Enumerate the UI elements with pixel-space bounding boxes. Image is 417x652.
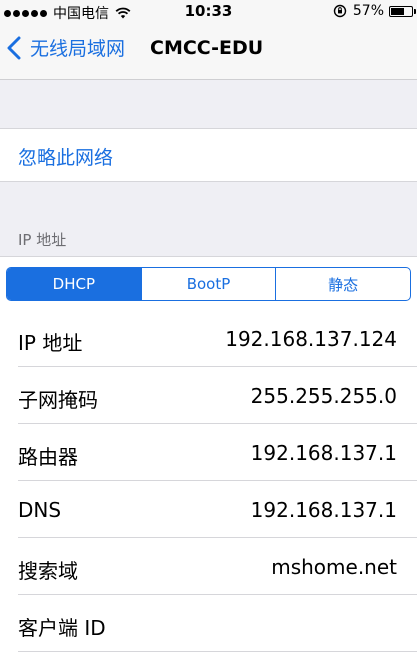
row-label: DNS <box>18 498 62 522</box>
ip-mode-container: DHCP BootP 静态 <box>0 256 417 310</box>
row-label: 子网掩码 <box>18 388 98 412</box>
row-label: IP 地址 <box>18 331 83 355</box>
chevron-left-icon <box>7 36 21 59</box>
ip-details-list: IP 地址 192.168.137.124 子网掩码 255.255.255.0… <box>0 310 417 652</box>
row-value: 255.255.255.0 <box>250 384 397 408</box>
row-value: 192.168.137.124 <box>225 327 397 351</box>
segment-bootp[interactable]: BootP <box>140 268 276 300</box>
forget-network-cell[interactable]: 忽略此网络 <box>0 128 417 182</box>
list-item-ip-address: IP 地址 192.168.137.124 <box>0 310 417 367</box>
segment-static[interactable]: 静态 <box>275 268 410 300</box>
battery-level <box>391 7 404 15</box>
battery-percent: 57% <box>352 3 384 19</box>
forget-network-button[interactable]: 忽略此网络 <box>18 143 113 170</box>
row-label: 搜索域 <box>18 559 78 583</box>
back-button[interactable]: 无线局域网 <box>6 34 125 61</box>
ip-section-header: IP 地址 <box>18 231 67 249</box>
row-value: 192.168.137.1 <box>250 441 397 465</box>
row-label: 客户端 ID <box>18 616 106 640</box>
back-label: 无线局域网 <box>30 38 126 60</box>
navigation-bar: 无线局域网 CMCC-EDU <box>0 22 417 80</box>
row-value: mshome.net <box>271 555 397 579</box>
list-item-router: 路由器 192.168.137.1 <box>0 424 417 481</box>
row-label: 路由器 <box>18 445 78 469</box>
status-right: 57% <box>333 3 416 19</box>
list-item-search-domain[interactable]: 搜索域 mshome.net <box>0 538 417 595</box>
status-bar: 中国电信 10:33 57% <box>0 0 417 22</box>
list-item-dns[interactable]: DNS 192.168.137.1 <box>0 481 417 538</box>
page-title: CMCC-EDU <box>150 37 264 59</box>
list-item-subnet-mask: 子网掩码 255.255.255.0 <box>0 367 417 424</box>
battery-icon <box>389 5 416 17</box>
segment-dhcp[interactable]: DHCP <box>7 268 141 300</box>
rotation-lock-icon <box>333 4 347 18</box>
row-value: 192.168.137.1 <box>250 498 397 522</box>
list-item-client-id[interactable]: 客户端 ID <box>0 595 417 652</box>
ip-mode-segmented-control: DHCP BootP 静态 <box>6 267 411 301</box>
